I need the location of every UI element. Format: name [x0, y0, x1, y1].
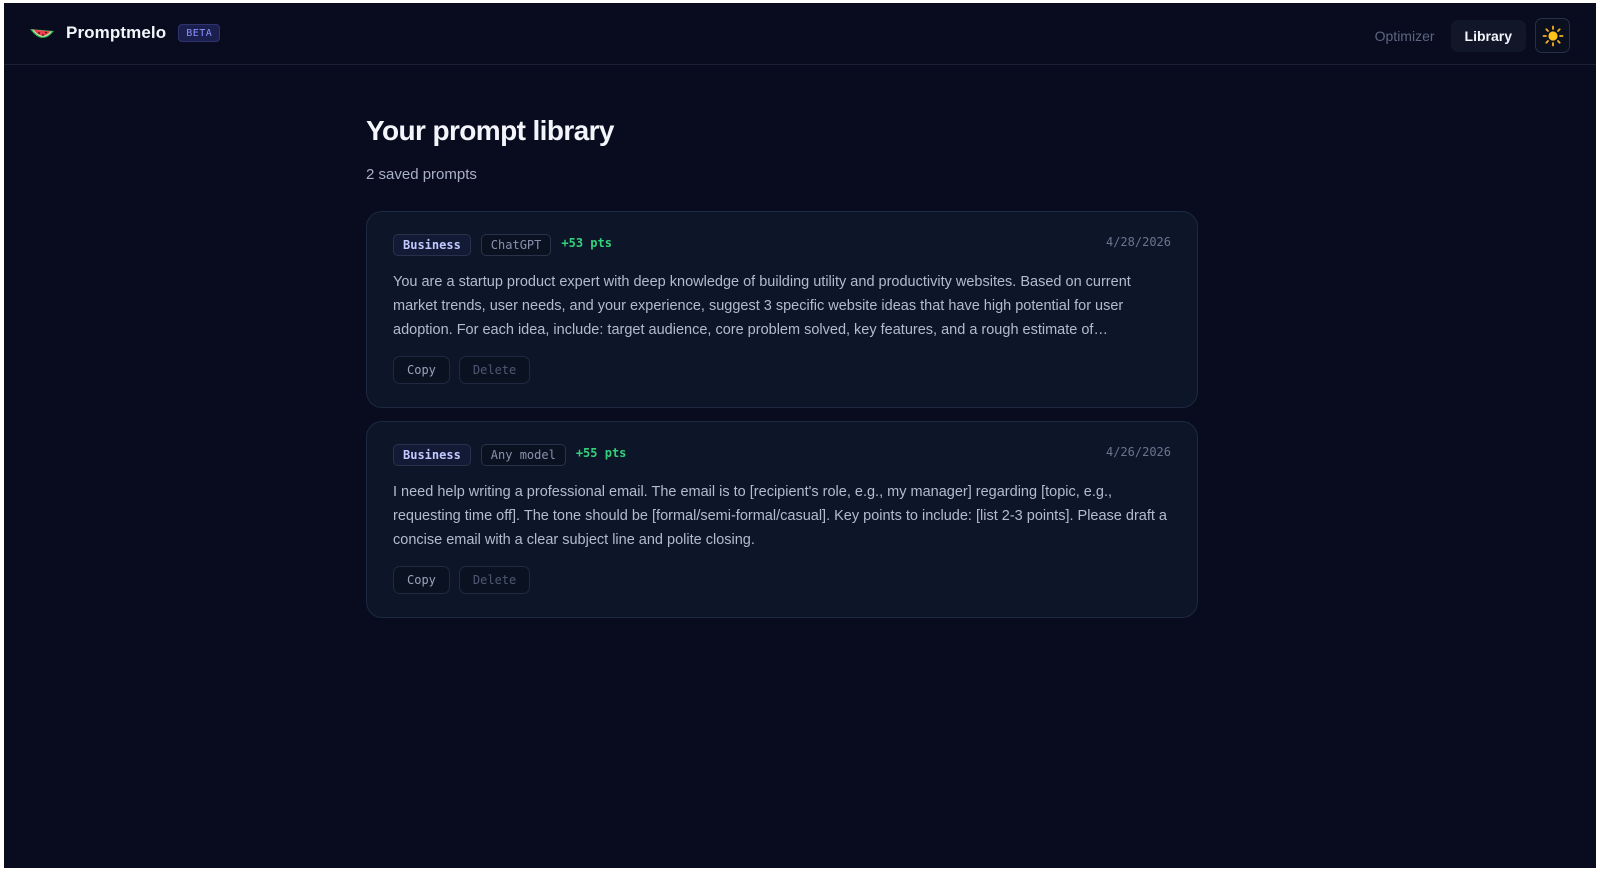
copy-button[interactable]: Copy	[393, 356, 450, 384]
prompt-actions: Copy Delete	[393, 566, 539, 594]
beta-badge: BETA	[178, 24, 221, 42]
category-tag: Business	[393, 234, 471, 256]
prompt-meta: Business Any model +55 pts	[393, 444, 626, 466]
nav-library[interactable]: Library	[1450, 19, 1526, 52]
prompt-date: 4/26/2026	[1105, 445, 1171, 459]
delete-button[interactable]: Delete	[458, 356, 531, 384]
prompt-text: You are a startup product expert with de…	[393, 274, 1131, 338]
points-badge: +53 pts	[561, 236, 612, 250]
library-page: Your prompt library 2 saved prompts Busi…	[366, 111, 1198, 631]
main-nav: Optimizer Library	[1361, 18, 1570, 53]
delete-button[interactable]: Delete	[458, 566, 531, 594]
sun-icon	[1542, 25, 1563, 46]
prompt-meta: Business ChatGPT +53 pts	[393, 234, 612, 256]
app-name: Promptmelo	[66, 23, 167, 42]
points-badge: +55 pts	[575, 446, 627, 460]
prompt-text: I need help writing a professional email…	[393, 484, 1168, 548]
prompt-actions: Copy Delete	[393, 356, 539, 384]
page-title: Your prompt library	[366, 115, 614, 146]
nav-optimizer[interactable]: Optimizer	[1361, 20, 1449, 52]
copy-button[interactable]: Copy	[393, 566, 450, 594]
theme-toggle-button[interactable]	[1535, 18, 1570, 53]
prompt-card: Business Any model +55 pts 4/26/2026 I n…	[366, 421, 1198, 618]
model-tag: ChatGPT	[480, 234, 552, 256]
watermelon-icon	[30, 29, 54, 39]
app-window: Promptmelo BETA Optimizer Library Your p…	[4, 3, 1596, 868]
prompt-card: Business ChatGPT +53 pts 4/28/2026 You a…	[366, 211, 1198, 408]
category-tag: Business	[393, 444, 471, 466]
prompt-date: 4/28/2026	[1105, 235, 1171, 249]
prompt-list: Business ChatGPT +53 pts 4/28/2026 You a…	[366, 211, 1198, 618]
model-tag: Any model	[480, 444, 566, 466]
brand[interactable]: Promptmelo BETA	[28, 20, 221, 46]
top-bar: Promptmelo BETA Optimizer Library	[4, 3, 1596, 65]
saved-count: 2 saved prompts	[366, 166, 477, 183]
